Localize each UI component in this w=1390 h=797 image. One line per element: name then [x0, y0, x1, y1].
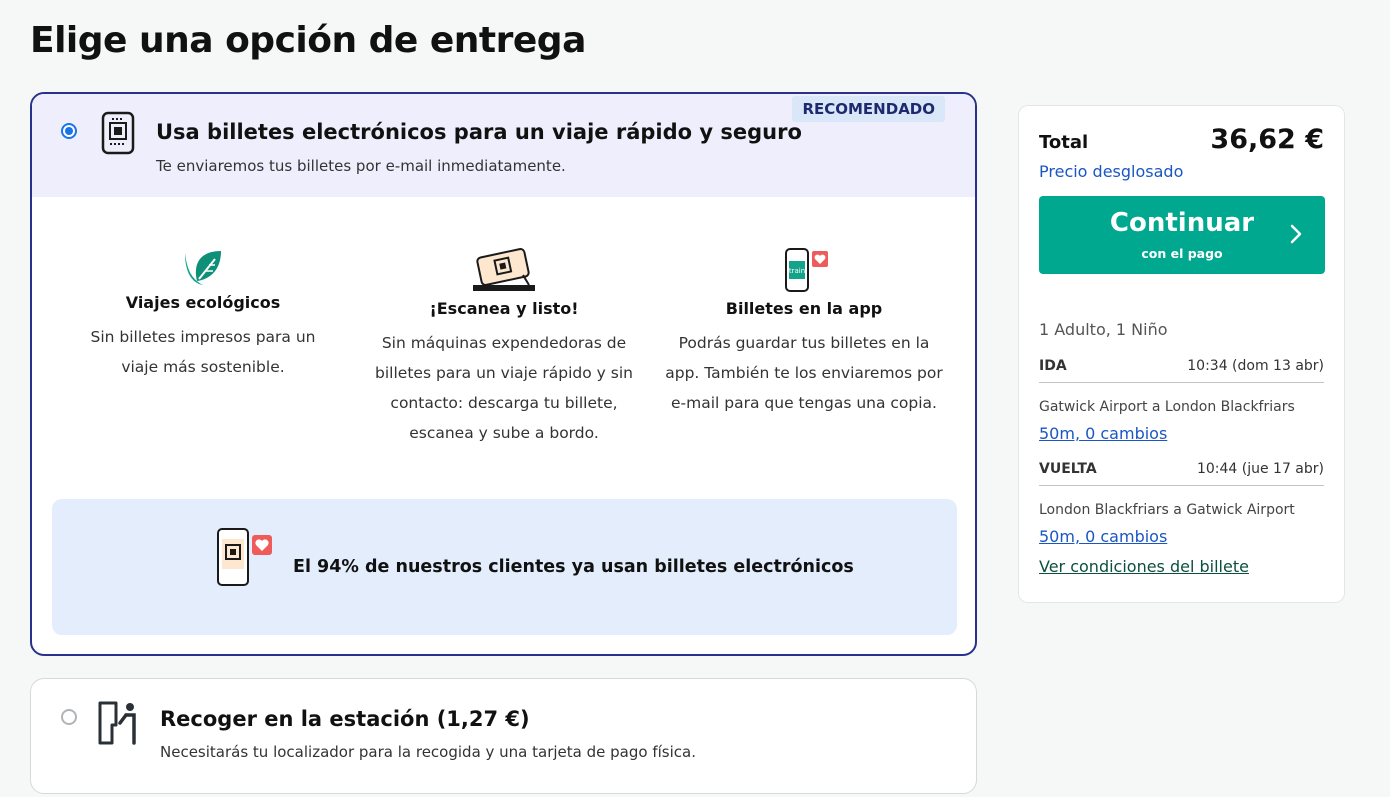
outbound-time: 10:34 (dom 13 abr) [1187, 358, 1324, 374]
benefit-title: Viajes ecológicos [125, 293, 281, 312]
return-time: 10:44 (jue 17 abr) [1196, 461, 1324, 477]
continue-label: Continuar [1109, 208, 1255, 238]
return-details-link[interactable]: 50m, 0 cambios [1039, 527, 1167, 546]
passenger-count: 1 Adulto, 1 Niño [1039, 320, 1168, 339]
eticket-description: Te enviaremos tus billetes por e-mail in… [156, 157, 566, 175]
benefit-title: Billetes en la app [725, 299, 883, 318]
phone-ticket-heart-icon [217, 528, 272, 586]
benefit-text: Podrás guardar tus billetes en la app. T… [665, 334, 943, 412]
station-pickup-icon [98, 701, 136, 745]
eticket-stats-text: El 94% de nuestros clientes ya usan bill… [293, 557, 854, 577]
benefit-title: ¡Escanea y listo! [429, 299, 579, 318]
benefit-eco: Viajes ecológicos Sin billetes impresos … [58, 247, 348, 382]
total-label: Total [1039, 132, 1089, 153]
scan-ticket-icon [473, 248, 535, 291]
eticket-title: Usa billetes electrónicos para un viaje … [156, 120, 802, 144]
outbound-leg-row: IDA 10:34 (dom 13 abr) [1039, 358, 1324, 383]
eticket-stats-banner: El 94% de nuestros clientes ya usan bill… [52, 499, 957, 635]
price-breakdown-link[interactable]: Precio desglosado [1039, 162, 1183, 181]
station-pickup-title: Recoger en la estación (1,27 €) [160, 707, 530, 731]
benefit-text: Sin billetes impresos para un viaje más … [90, 328, 316, 376]
eticket-option-card[interactable]: RECOMENDADO Usa billetes electrónicos pa… [30, 92, 977, 656]
ticket-conditions-link[interactable]: Ver condiciones del billete [1039, 557, 1249, 576]
outbound-details-link[interactable]: 50m, 0 cambios [1039, 424, 1167, 443]
order-summary: Total 36,62 € Precio desglosado Continua… [1018, 105, 1345, 603]
return-route: London Blackfriars a Gatwick Airport [1039, 502, 1295, 518]
eticket-option-header[interactable]: RECOMENDADO Usa billetes electrónicos pa… [32, 94, 975, 197]
eticket-radio[interactable] [61, 123, 77, 139]
benefit-text: Sin máquinas expendedoras de billetes pa… [375, 334, 633, 442]
return-label: VUELTA [1039, 461, 1097, 477]
recommended-badge: RECOMENDADO [792, 96, 945, 122]
station-pickup-radio[interactable] [61, 709, 77, 725]
app-ticket-icon: train [785, 248, 828, 292]
benefit-scan: ¡Escanea y listo! Sin máquinas expendedo… [359, 247, 649, 448]
app-icon-label: train [789, 267, 805, 275]
total-price: 36,62 € [1210, 124, 1324, 155]
return-leg-row: VUELTA 10:44 (jue 17 abr) [1039, 461, 1324, 486]
station-pickup-option-card[interactable]: Recoger en la estación (1,27 €) Necesita… [30, 678, 977, 794]
continue-sublabel: con el pago [1141, 246, 1223, 261]
chevron-right-icon [1290, 224, 1302, 244]
mobile-ticket-icon [101, 111, 135, 155]
benefit-app: train Billetes en la app Podrás guardar … [659, 247, 949, 418]
outbound-route: Gatwick Airport a London Blackfriars [1039, 399, 1295, 415]
leaf-icon [185, 251, 221, 285]
outbound-label: IDA [1039, 358, 1067, 374]
page-title: Elige una opción de entrega [30, 20, 586, 61]
continue-button[interactable]: Continuar con el pago [1039, 196, 1325, 274]
station-pickup-description: Necesitarás tu localizador para la recog… [160, 743, 696, 761]
